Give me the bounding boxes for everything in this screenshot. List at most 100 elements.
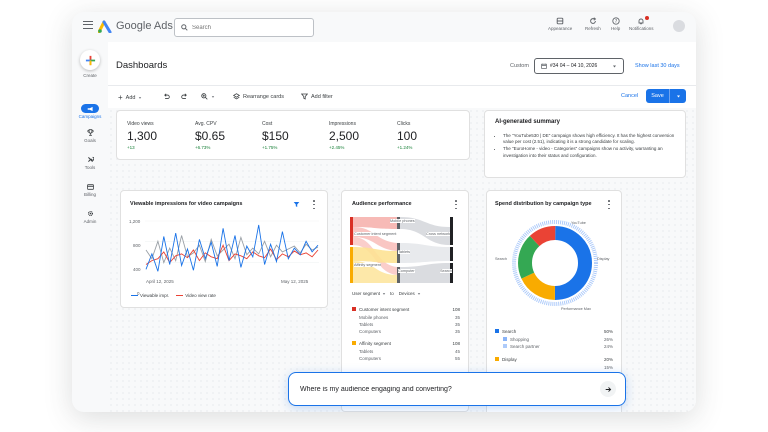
search-box[interactable]: [174, 18, 314, 37]
list-item: Computers 55: [359, 356, 460, 361]
send-button[interactable]: [600, 381, 616, 397]
sankey-node-label: Search: [440, 269, 453, 273]
help-button[interactable]: ? Help: [611, 17, 620, 31]
billing-icon: [86, 183, 94, 190]
list-item: Affinity segment 108: [352, 341, 460, 346]
sankey-node-label: Customer intent segment: [354, 232, 397, 236]
list-item: Mobile phones 35: [359, 315, 460, 320]
plus-icon: +: [118, 93, 123, 102]
more-menu-icon[interactable]: [608, 200, 611, 209]
undo-icon: [164, 93, 170, 100]
redo-button[interactable]: [181, 93, 188, 100]
y-tick-label: 400: [133, 267, 141, 272]
legend-swatch: [176, 295, 184, 296]
filter-icon: [301, 93, 308, 100]
list-item: Tablets 45: [359, 349, 460, 354]
donut-label: Search: [495, 257, 508, 261]
undo-button[interactable]: [163, 93, 170, 100]
tools-icon: [87, 156, 94, 162]
google-ads-logo-icon: [98, 20, 112, 33]
zoom-button[interactable]: [201, 93, 215, 100]
nav-item-tools[interactable]: Tools: [72, 155, 108, 170]
donut-chart: [512, 220, 598, 306]
sankey-node-label: Tablets: [398, 250, 411, 254]
help-icon: ?: [611, 17, 620, 25]
list-item: Shopping 26%: [503, 337, 613, 342]
more-menu-icon[interactable]: [313, 200, 316, 209]
viewable-impressions-card[interactable]: Viewable impressions for video campaigns…: [120, 190, 328, 308]
show-last-30-days-link[interactable]: Show last 30 days: [635, 63, 680, 69]
more-menu-icon[interactable]: [455, 200, 458, 209]
campaigns-icon: [87, 106, 93, 111]
add-filter-button[interactable]: Add filter: [301, 93, 333, 100]
sankey-node-label: Mobile phones: [390, 219, 415, 223]
calendar-icon: [541, 63, 547, 69]
kpi-impressions: Impressions 2,500 +2.45%: [329, 121, 360, 150]
x-tick-label: April 12, 2025: [146, 279, 174, 284]
donut-label: YouTube: [571, 221, 586, 225]
chart-legend: Viewable impr. Video view rate: [131, 293, 216, 298]
main-content: Dashboards Custom #34 04 – 04 10, 2026 S…: [108, 42, 696, 412]
rearrange-cards-button[interactable]: Rearrange cards: [233, 93, 284, 100]
ai-summary-card[interactable]: AI-generated summary The "YouTube530 | D…: [484, 110, 686, 178]
kpi-clicks: Clicks 100 +1.24%: [397, 121, 418, 150]
donut-label: Display: [597, 257, 610, 261]
create-label: Create: [83, 73, 97, 78]
search-icon: [181, 24, 188, 31]
list-item: The "YouTube530 | DE" campaign shows hig…: [503, 133, 679, 145]
nav-item-billing[interactable]: Billing: [72, 182, 108, 197]
zoom-icon: [201, 93, 208, 100]
save-dropdown-button[interactable]: [670, 89, 686, 103]
list-item: Customer intent segment 108: [352, 307, 460, 312]
chevron-down-icon: [382, 292, 386, 295]
chevron-down-icon: [211, 95, 215, 98]
donut-label: Performance Max: [561, 307, 591, 311]
legend-swatch: [131, 295, 138, 296]
nav-item-admin[interactable]: Admin: [72, 209, 108, 224]
kpi-card[interactable]: Video views 1,300 +13 Avg. CPV $0.65 +6.…: [116, 110, 470, 160]
brand-name: Google Ads: [116, 20, 173, 32]
custom-label: Custom: [510, 63, 529, 69]
menu-icon[interactable]: [83, 21, 93, 29]
ai-prompt-box[interactable]: [288, 372, 626, 406]
search-input[interactable]: [192, 24, 302, 31]
list-item: 15%: [603, 365, 613, 370]
date-range-picker[interactable]: #34 04 – 04 10, 2026: [534, 58, 624, 74]
nav-item-campaigns[interactable]: Campaigns: [72, 104, 108, 119]
filter-icon[interactable]: [293, 201, 300, 208]
appearance-button[interactable]: Appearance: [548, 17, 572, 31]
segment-selector[interactable]: User segment to Devices: [352, 291, 421, 296]
kpi-cost: Cost $150 +1.75%: [262, 121, 289, 150]
layers-icon: [233, 93, 240, 100]
x-tick-label: May 12, 2025: [281, 279, 309, 284]
cancel-button[interactable]: Cancel: [621, 93, 638, 99]
avatar[interactable]: [673, 20, 685, 32]
card-title: Spend distribution by campaign type: [495, 201, 592, 207]
y-tick-label: 1,200: [129, 219, 141, 224]
chevron-down-icon: [676, 95, 680, 97]
top-bar: Google Ads Appearance Refresh ? Help Not…: [72, 12, 696, 42]
sankey-node-label: Computer: [398, 269, 415, 273]
notification-badge: [644, 16, 649, 20]
kpi-avg-cpv: Avg. CPV $0.65 +6.73%: [195, 121, 226, 150]
refresh-button[interactable]: Refresh: [585, 17, 601, 31]
save-button[interactable]: Save: [646, 89, 686, 103]
series-line-0: [145, 224, 319, 272]
add-button[interactable]: + Add: [118, 93, 142, 102]
chevron-down-icon: [613, 65, 616, 68]
refresh-icon: [590, 17, 597, 24]
ai-summary-title: AI-generated summary: [495, 119, 561, 125]
appearance-icon: [556, 17, 564, 25]
nav-item-goals[interactable]: Goals: [72, 128, 108, 143]
dashboard-canvas: Video views 1,300 +13 Avg. CPV $0.65 +6.…: [108, 108, 696, 412]
list-item: Search partner 24%: [503, 344, 613, 349]
arrow-right-icon: [605, 386, 611, 392]
create-button[interactable]: [80, 50, 100, 70]
y-tick-label: 800: [133, 243, 141, 248]
sankey-node-label: Cross network: [426, 232, 451, 236]
notifications-button[interactable]: Notifications: [629, 16, 654, 31]
gear-icon: [87, 210, 93, 217]
redo-icon: [181, 93, 187, 100]
ai-prompt-input[interactable]: [300, 385, 590, 393]
list-item: Display 20%: [495, 357, 613, 362]
